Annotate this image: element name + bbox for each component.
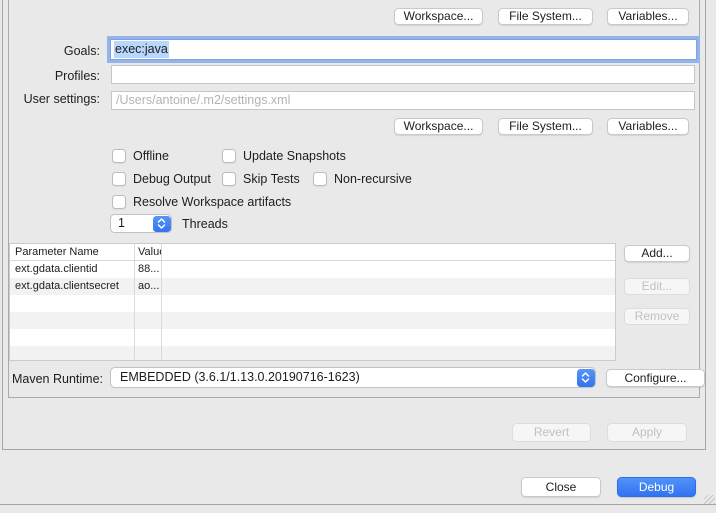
update-snapshots-checkbox[interactable]: Update Snapshots [222, 149, 346, 163]
parameter-value-cell: ao... [134, 278, 161, 295]
variables-button-goals[interactable]: Variables... [607, 8, 689, 25]
checkbox-box[interactable] [313, 172, 327, 186]
maven-runtime-selected-value: EMBEDDED (3.6.1/1.13.0.20190716-1623) [111, 368, 595, 387]
checkbox-label: Resolve Workspace artifacts [133, 195, 291, 209]
chevron-up-down-icon[interactable] [577, 369, 595, 387]
parameter-value-cell: 88... [134, 261, 161, 278]
checkbox-box[interactable] [112, 149, 126, 163]
checkbox-box[interactable] [112, 195, 126, 209]
parameter-name-cell: ext.gdata.clientsecret [10, 278, 134, 295]
edit-parameter-button: Edit... [624, 278, 690, 295]
threads-label: Threads [182, 217, 228, 231]
column-header-value[interactable]: Value [134, 244, 161, 260]
threads-stepper[interactable]: 1 [110, 214, 172, 233]
parameter-name-cell: ext.gdata.clientid [10, 261, 134, 278]
debug-output-checkbox[interactable]: Debug Output [112, 172, 211, 186]
skip-tests-checkbox[interactable]: Skip Tests [222, 172, 300, 186]
empty-table-row [10, 346, 615, 361]
close-button[interactable]: Close [521, 477, 601, 497]
maven-runtime-dropdown[interactable]: EMBEDDED (3.6.1/1.13.0.20190716-1623) [110, 367, 596, 388]
goals-selected-text: exec:java [114, 41, 169, 58]
user-settings-input[interactable]: /Users/antoine/.m2/settings.xml [111, 91, 695, 110]
variables-button-settings[interactable]: Variables... [607, 118, 689, 135]
file-system-button-settings[interactable]: File System... [498, 118, 593, 135]
profiles-label: Profiles: [0, 69, 100, 83]
revert-button: Revert [512, 423, 591, 442]
checkbox-label: Offline [133, 149, 169, 163]
file-system-button-goals[interactable]: File System... [498, 8, 593, 25]
debug-button[interactable]: Debug [617, 477, 696, 497]
column-header-parameter-name[interactable]: Parameter Name [10, 244, 134, 260]
remove-parameter-button: Remove [624, 308, 690, 325]
maven-runtime-label: Maven Runtime: [0, 372, 103, 386]
configure-runtime-button[interactable]: Configure... [606, 369, 705, 387]
empty-table-row [10, 329, 615, 346]
resolve-workspace-artifacts-checkbox[interactable]: Resolve Workspace artifacts [112, 195, 291, 209]
goals-label: Goals: [0, 44, 100, 58]
offline-checkbox[interactable]: Offline [112, 149, 169, 163]
column-divider [134, 244, 135, 360]
add-parameter-button[interactable]: Add... [624, 245, 690, 262]
resize-grip[interactable] [704, 495, 715, 505]
checkbox-box[interactable] [222, 172, 236, 186]
empty-table-row [10, 312, 615, 329]
apply-button: Apply [607, 423, 687, 442]
checkbox-label: Debug Output [133, 172, 211, 186]
table-header-row: Parameter Name Value [10, 244, 615, 261]
checkbox-label: Update Snapshots [243, 149, 346, 163]
parameters-table[interactable]: Parameter Name Value ext.gdata.clientid … [9, 243, 616, 361]
maven-run-configuration-dialog: Workspace... File System... Variables...… [0, 0, 716, 513]
profiles-input[interactable] [111, 65, 695, 84]
checkbox-label: Non-recursive [334, 172, 412, 186]
table-row[interactable]: ext.gdata.clientsecret ao... [10, 278, 615, 295]
checkbox-box[interactable] [112, 172, 126, 186]
workspace-button-settings[interactable]: Workspace... [394, 118, 483, 135]
workspace-button-goals[interactable]: Workspace... [394, 8, 483, 25]
table-row[interactable]: ext.gdata.clientid 88... [10, 261, 615, 278]
empty-table-row [10, 295, 615, 312]
chevron-up-down-icon[interactable] [153, 216, 171, 232]
checkbox-label: Skip Tests [243, 172, 300, 186]
window-bottom-border [0, 504, 716, 505]
user-settings-label: User settings: [0, 92, 100, 106]
non-recursive-checkbox[interactable]: Non-recursive [313, 172, 412, 186]
goals-input[interactable]: exec:java [110, 39, 697, 60]
column-divider [161, 244, 162, 360]
checkbox-box[interactable] [222, 149, 236, 163]
